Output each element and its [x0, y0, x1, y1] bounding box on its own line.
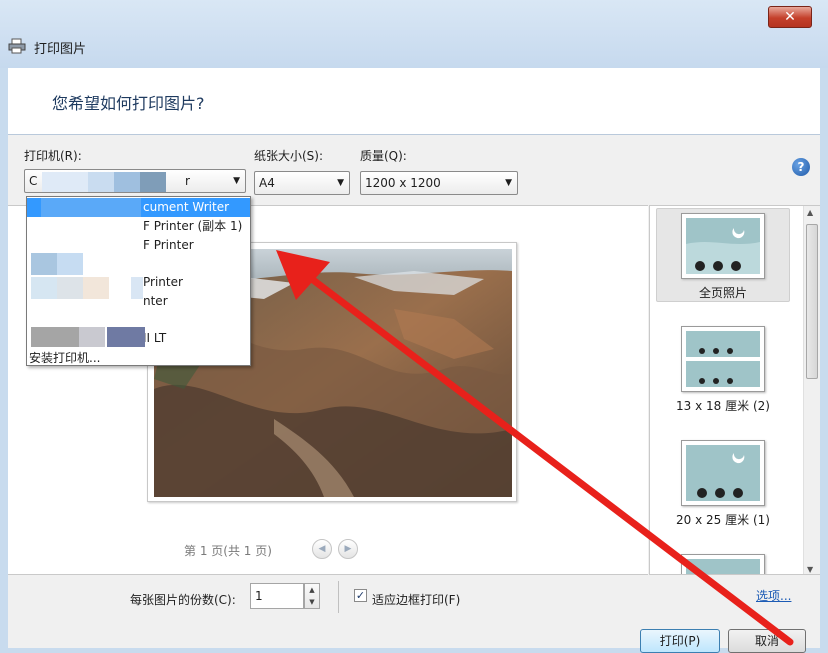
redacted-block [31, 277, 57, 299]
quality-value: 1200 x 1200 [365, 176, 441, 190]
chevron-down-icon: ▼ [505, 178, 512, 188]
redacted-block [42, 172, 88, 192]
fit-frame-checkbox[interactable]: ✓ [354, 589, 367, 602]
photo-thumbnail-icon [686, 331, 760, 387]
copies-input[interactable]: 1 [250, 583, 304, 609]
layout-thumbnail [681, 213, 765, 279]
redacted-block [83, 277, 109, 299]
page-indicator: 第 1 页(共 1 页) [184, 544, 272, 558]
chevron-down-icon: ▼ [233, 176, 240, 186]
redacted-block [57, 277, 83, 299]
printer-icon [8, 38, 26, 54]
options-link[interactable]: 选项... [756, 587, 791, 604]
layout-option-13x18[interactable]: 13 x 18 厘米 (2) [656, 322, 790, 416]
layout-thumbnail [681, 440, 765, 506]
next-page-button[interactable]: ▶ [338, 539, 358, 559]
printer-option[interactable]: F Printer (副本 1) [27, 217, 250, 236]
printer-selected-text: C [29, 174, 38, 188]
layout-label: 全页照片 [698, 286, 747, 300]
redacted-block [79, 327, 105, 347]
copies-spinner[interactable]: ▲ ▼ [304, 583, 320, 609]
layout-option-20x25[interactable]: 20 x 25 厘米 (1) [656, 436, 790, 530]
print-button[interactable]: 打印(P) [640, 629, 720, 653]
redacted-block [131, 277, 143, 299]
paper-size-value: A4 [259, 176, 275, 190]
layout-option-more[interactable] [656, 550, 790, 574]
layout-scrollbar[interactable]: ▲ ▼ [803, 206, 820, 574]
scroll-up-icon[interactable]: ▲ [807, 208, 813, 217]
close-button[interactable]: ✕ [768, 6, 812, 28]
photo-thumbnail-icon [686, 559, 760, 574]
quality-select[interactable]: 1200 x 1200 ▼ [360, 171, 518, 195]
copies-label: 每张图片的份数(C): [130, 593, 236, 607]
redacted-block [41, 198, 141, 217]
printer-dropdown-list: cument Writer F Printer (副本 1) F Printer… [26, 196, 251, 366]
redacted-block [114, 172, 140, 192]
photo-thumbnail-icon [686, 218, 760, 274]
redacted-block [140, 172, 166, 192]
spin-up-icon[interactable]: ▲ [305, 584, 319, 596]
title-bar: ✕ 打印图片 [0, 0, 828, 68]
header-question: 您希望如何打印图片? [52, 94, 205, 113]
printer-selected-suffix: r [185, 174, 190, 188]
quality-label: 质量(Q): [360, 149, 407, 163]
cancel-button[interactable]: 取消 [728, 629, 806, 653]
redacted-block [88, 172, 114, 192]
bottom-bar: 每张图片的份数(C): 1 ▲ ▼ ✓ 适应边框打印(F) 选项... [8, 581, 820, 631]
layout-label: 13 x 18 厘米 (2) [676, 399, 770, 413]
redacted-block [57, 253, 83, 275]
previous-page-button[interactable]: ◀ [312, 539, 332, 559]
scroll-down-icon[interactable]: ▼ [807, 565, 813, 574]
fit-frame-label: 适应边框打印(F) [372, 593, 461, 607]
divider [338, 581, 339, 613]
photo-thumbnail-icon [686, 445, 760, 501]
layout-thumbnail [681, 554, 765, 574]
install-printer-link[interactable]: 安装打印机... [29, 349, 100, 365]
redacted-block [107, 327, 145, 347]
layout-thumbnail [681, 326, 765, 392]
window-title: 打印图片 [34, 42, 87, 57]
scroll-thumb[interactable] [806, 224, 818, 379]
paper-size-label: 纸张大小(S): [254, 149, 324, 163]
help-icon[interactable]: ? [792, 158, 810, 176]
layout-label: 20 x 25 厘米 (1) [676, 513, 770, 527]
layout-option-full-page[interactable]: 全页照片 [656, 208, 790, 302]
paper-size-select[interactable]: A4 ▼ [254, 171, 350, 195]
spin-down-icon[interactable]: ▼ [305, 596, 319, 608]
redacted-block [31, 253, 57, 275]
layout-list: 全页照片 13 x 18 厘米 (2) 20 x 25 厘米 (1) ▲ ▼ [649, 205, 820, 575]
printer-label: 打印机(R): [24, 149, 82, 163]
redacted-block [31, 327, 79, 347]
dialog-header: 您希望如何打印图片? [8, 68, 820, 134]
chevron-down-icon: ▼ [337, 178, 344, 188]
